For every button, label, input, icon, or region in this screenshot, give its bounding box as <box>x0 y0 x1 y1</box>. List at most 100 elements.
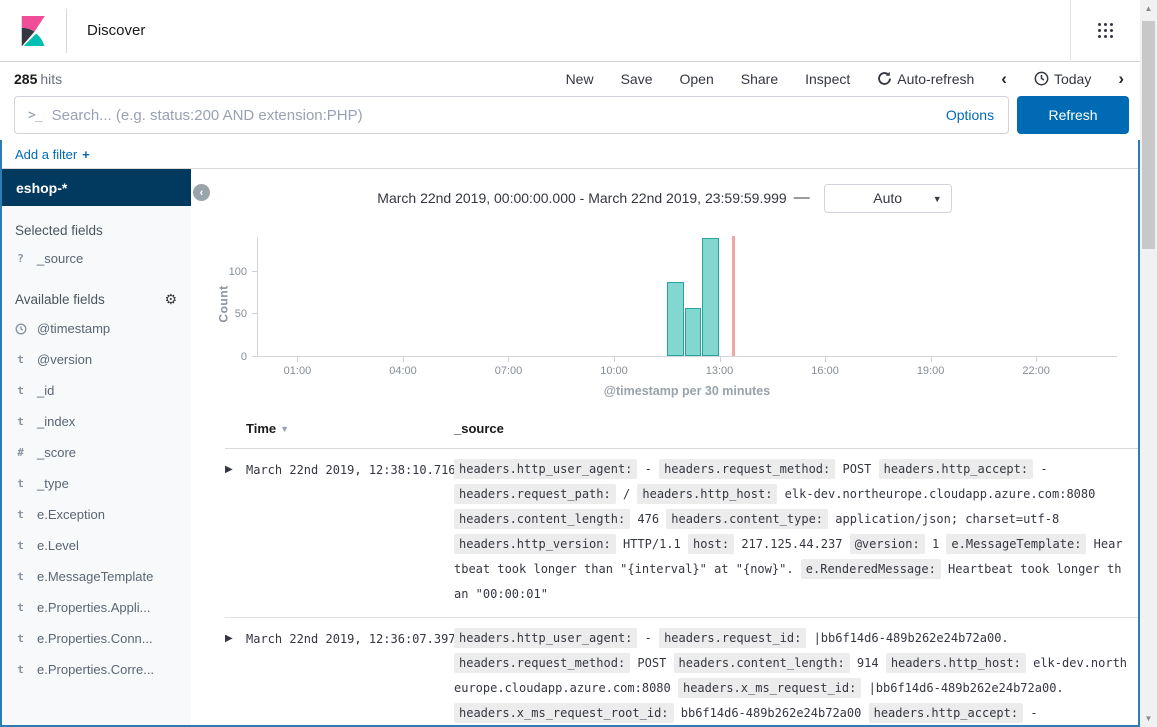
source-field-key[interactable]: headers.content_length: <box>454 509 630 529</box>
source-field-key[interactable]: headers.http_version: <box>454 534 616 554</box>
field-type-icon: t <box>15 539 26 552</box>
source-field-key[interactable]: headers.request_method: <box>454 653 630 673</box>
available-field-_type[interactable]: t_type <box>2 468 191 499</box>
x-axis: 01:0004:0007:0010:0013:0016:0019:0022:00 <box>257 357 1117 379</box>
auto-refresh-button[interactable]: Auto-refresh <box>877 71 974 87</box>
app-header: Discover <box>0 0 1140 62</box>
histogram-bar[interactable] <box>702 238 719 356</box>
scrollbar-thumb[interactable] <box>1142 21 1155 249</box>
doc-expand-toggle[interactable]: ▶ <box>225 626 246 725</box>
clock-icon <box>1034 71 1049 86</box>
nav-action-save[interactable]: Save <box>621 71 653 87</box>
y-tick-label: 50 <box>235 308 247 320</box>
x-tick-label: 01:00 <box>284 365 312 377</box>
doc-expand-toggle[interactable]: ▶ <box>225 457 246 607</box>
field-name: e.Properties.Appli... <box>37 600 150 615</box>
add-filter-plus-icon[interactable]: + <box>82 147 90 162</box>
field-name: @version <box>37 352 92 367</box>
source-field-key[interactable]: host: <box>688 534 734 554</box>
available-field-e.MessageTemplate[interactable]: t e.MessageTemplate <box>2 561 191 592</box>
field-name: e.Properties.Corre... <box>37 662 154 677</box>
available-field-@version[interactable]: t@version <box>2 344 191 375</box>
x-tick-mark <box>1036 357 1037 362</box>
today-label: Today <box>1054 71 1091 87</box>
source-field-key[interactable]: headers.http_user_agent: <box>454 459 637 479</box>
doc-timestamp: March 22nd 2019, 12:36:07.397 <box>246 626 454 725</box>
toolbar-nav: New Save Open Share Inspect Auto-refresh ‹ T… <box>566 70 1124 87</box>
available-field-e.Properties.Conn...[interactable]: t e.Properties.Conn... <box>2 623 191 654</box>
source-field-key[interactable]: headers.content_length: <box>674 653 850 673</box>
kibana-logo[interactable] <box>0 0 66 62</box>
field-name: e.Properties.Conn... <box>37 631 153 646</box>
y-axis: 050100 <box>209 237 257 357</box>
query-options-link[interactable]: Options <box>946 107 994 123</box>
source-field-key[interactable]: e.RenderedMessage: <box>801 559 941 579</box>
source-field-key[interactable]: headers.http_host: <box>637 484 777 504</box>
dropdown-caret-icon: ▼ <box>933 194 942 204</box>
search-input[interactable] <box>52 107 946 124</box>
current-time-marker <box>732 236 735 356</box>
source-field-key[interactable]: headers.http_accept: <box>869 703 1024 723</box>
nav-action-share[interactable]: Share <box>741 71 778 87</box>
available-field-e.Properties.Corre...[interactable]: te.Properties.Corre... <box>2 654 191 685</box>
add-filter-link[interactable]: Add a filter <box>15 147 77 162</box>
index-pattern-selector[interactable]: eshop-* <box>2 169 191 206</box>
source-field-key[interactable]: e.MessageTemplate: <box>946 534 1086 554</box>
source-field-key[interactable]: @version: <box>850 534 925 554</box>
document-table: Time ▼ _source ▶March 22nd 2019, 12:38:1… <box>191 409 1138 725</box>
source-field-key[interactable]: headers.request_path: <box>454 484 616 504</box>
available-field-e.Properties.Appli...[interactable]: te.Properties.Appli... <box>2 592 191 623</box>
chart-plot-area[interactable] <box>257 237 1117 357</box>
scrollbar-up-arrow[interactable]: ▲ <box>1140 0 1157 17</box>
x-tick-mark <box>297 357 298 362</box>
source-field-key[interactable]: headers.http_host: <box>886 653 1026 673</box>
source-field-key[interactable]: headers.request_id: <box>659 628 806 648</box>
sidebar-collapse-button[interactable]: ‹ <box>193 184 210 201</box>
x-tick-label: 19:00 <box>917 365 945 377</box>
field-type-icon: ? <box>15 252 26 265</box>
available-field-e.Level[interactable]: te.Level <box>2 530 191 561</box>
field-name: _type <box>37 476 69 491</box>
available-field-@timestamp[interactable]: @timestamp <box>2 313 191 344</box>
nav-action-open[interactable]: Open <box>680 71 714 87</box>
page-scrollbar[interactable]: ▲ ▼ <box>1140 0 1157 727</box>
scrollbar-down-arrow[interactable]: ▼ <box>1140 710 1157 727</box>
fields-sidebar: eshop-* Selected fields ?_source Availab… <box>2 169 191 725</box>
field-name: e.MessageTemplate <box>37 569 153 584</box>
time-column-header[interactable]: Time ▼ <box>246 421 454 436</box>
interval-dropdown[interactable]: Auto ▼ <box>824 184 952 213</box>
filter-bar: Add a filter + <box>2 140 1138 169</box>
discover-body: eshop-* Selected fields ?_source Availab… <box>2 169 1138 725</box>
source-field-key[interactable]: headers.request_method: <box>659 459 835 479</box>
fields-settings-gear-icon[interactable]: ⚙ <box>164 291 177 308</box>
nav-action-inspect[interactable]: Inspect <box>805 71 850 87</box>
available-field-_score[interactable]: #_score <box>2 437 191 468</box>
field-name: e.Exception <box>37 507 105 522</box>
x-tick-label: 10:00 <box>600 365 628 377</box>
available-field-_index[interactable]: t_index <box>2 406 191 437</box>
time-prev-button[interactable]: ‹ <box>1001 70 1007 87</box>
available-field-e.Exception[interactable]: te.Exception <box>2 499 191 530</box>
x-tick-label: 16:00 <box>811 365 839 377</box>
field-name: _score <box>37 445 76 460</box>
field-type-icon: t <box>15 632 26 645</box>
x-tick-label: 22:00 <box>1022 365 1050 377</box>
sort-caret-icon: ▼ <box>280 424 289 434</box>
source-field-key[interactable]: headers.x_ms_request_root_id: <box>454 703 674 723</box>
histogram-bar[interactable] <box>667 282 684 356</box>
nav-action-new[interactable]: New <box>566 71 594 87</box>
field-type-icon: t <box>15 570 26 583</box>
source-field-key[interactable]: headers.http_accept: <box>879 459 1034 479</box>
histogram-bar[interactable] <box>685 308 702 356</box>
source-field-key[interactable]: headers.x_ms_request_id: <box>678 678 861 698</box>
x-tick-mark <box>825 357 826 362</box>
table-header-row: Time ▼ _source <box>225 409 1138 449</box>
source-field-key[interactable]: headers.content_type: <box>666 509 828 529</box>
time-next-button[interactable]: › <box>1118 70 1124 87</box>
available-field-_id[interactable]: t_id <box>2 375 191 406</box>
selected-field-_source[interactable]: ?_source <box>2 243 191 274</box>
source-field-key[interactable]: headers.http_user_agent: <box>454 628 637 648</box>
today-button[interactable]: Today <box>1034 71 1091 87</box>
apps-menu-button[interactable] <box>1070 0 1140 62</box>
refresh-button[interactable]: Refresh <box>1017 96 1129 134</box>
